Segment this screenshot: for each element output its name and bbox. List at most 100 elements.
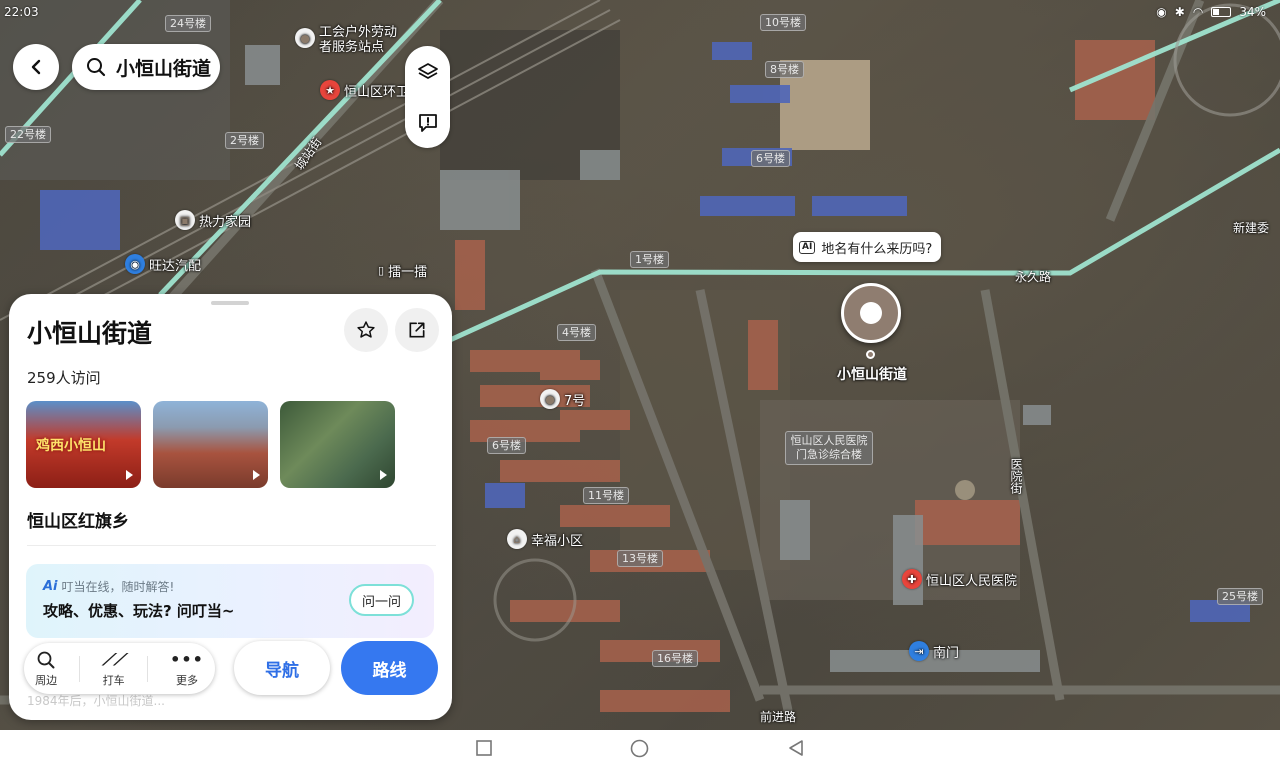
divider [27,545,436,546]
layers-button[interactable] [413,57,443,87]
medical-cross-icon: ✚ [902,569,922,589]
building-tag: 11号楼 [583,487,629,504]
video-thumbnail[interactable] [280,401,395,488]
share-icon [409,322,425,338]
home-circle-icon[interactable] [630,739,649,758]
quick-actions: 周边 ⟋⟋ 打车 ••• 更多 [24,643,215,694]
place-title: 小恒山街道 [27,319,153,348]
favorite-button[interactable] [344,308,388,352]
ai-question-text: 地名有什么来历吗? [821,241,933,257]
play-icon [126,470,133,480]
poi-label: 幸福小区 [531,533,584,549]
building-tag: 13号楼 [617,550,663,567]
route-button[interactable]: 路线 [341,641,438,695]
separator [147,655,148,682]
poi-label: 恒山区人民医院 [926,573,1018,589]
search-input[interactable]: 小恒山街道 [72,44,220,90]
more-label: 更多 [176,673,199,687]
ai-hint: Ai 叮当在线，随时解答! [43,578,174,595]
area-label: 新建委 [1233,221,1270,235]
report-issue-button[interactable] [413,108,443,138]
building-tag: 1号楼 [630,251,669,268]
taxi-button[interactable]: ⟋⟋ 打车 [102,650,124,688]
ai-badge-icon: AI [799,240,816,254]
layers-icon [417,62,438,79]
ai-prompt-text: 攻略、优惠、玩法? 问叮当~ [43,602,235,620]
search-query: 小恒山街道 [116,57,212,80]
poi-qiyi[interactable]: ▯ 擂一擂 [378,261,427,280]
chevron-left-icon [31,59,41,75]
nearby-button[interactable]: 周边 [35,650,57,688]
map-tools [405,46,450,148]
building-tag: 16号楼 [652,650,698,667]
building-tag: 6号楼 [487,437,526,454]
poi-label: 擂一擂 [388,265,428,280]
eye-icon: ◉ [1156,5,1167,19]
road-label: 永久路 [1015,270,1052,284]
poi-heating[interactable]: ▣ 热力家园 [175,210,251,230]
wifi-icon: ◠ [1192,5,1204,19]
ai-hint-text: 叮当在线，随时解答! [61,580,175,594]
selected-location-label: 小恒山街道 [837,367,907,383]
poi-wangda[interactable]: ◉ 旺达汽配 [125,254,201,274]
building-tag: 10号楼 [760,14,806,31]
more-dots-icon: ••• [170,649,204,669]
road-label: 医院街 [1009,458,1023,494]
ai-assistant-card[interactable]: Ai 叮当在线，随时解答! 攻略、优惠、玩法? 问叮当~ 问一问 [26,564,434,638]
star-outline-icon [357,321,375,338]
poi-union-station[interactable]: ● 工会户外劳动者服务站点 [295,25,409,55]
building-tag: 4号楼 [557,324,596,341]
poi-label: 工会户外劳动者服务站点 [319,25,398,55]
system-nav-bar [0,730,1280,768]
building-tag: 22号楼 [5,126,51,143]
video-thumbnail[interactable]: 鸡西小恒山 [26,401,141,488]
building-tag-hospital: 恒山区人民医院门急诊综合楼 [785,431,873,465]
navigate-button[interactable]: 导航 [234,641,330,695]
poi-xingfu[interactable]: ⌂ 幸福小区 [507,529,583,549]
poi-south-gate[interactable]: ⇥ 南门 [909,641,959,661]
building-tag: 2号楼 [225,132,264,149]
thumbnail-caption: 鸡西小恒山 [36,438,106,454]
play-icon [253,470,260,480]
more-button[interactable]: ••• 更多 [170,650,204,688]
battery-icon [1211,7,1232,17]
building-tag: 8号楼 [765,61,804,78]
car-icon: ◉ [125,254,145,274]
ask-button[interactable]: 问一问 [349,584,414,616]
feedback-icon [418,113,437,132]
separator [79,655,81,682]
bluetooth-icon: ✱ [1174,5,1185,19]
gate-icon: ⇥ [909,641,929,661]
status-icons: ◉ ✱ ◠ 34% [1156,5,1266,19]
selected-location-pin-icon[interactable] [841,283,901,343]
search-icon [37,651,55,668]
search-icon [87,58,106,77]
building-icon: ▣ [175,210,195,230]
drag-handle[interactable] [211,301,249,305]
status-time: 22:03 [4,5,39,19]
pin-circle-icon: ● [295,28,315,48]
poi-label: 热力家园 [199,214,252,230]
road-label: 前进路 [760,710,797,724]
poi-label: 南门 [933,645,960,661]
action-bar: 周边 ⟋⟋ 打车 ••• 更多 导航 路线 [15,641,440,697]
taxi-icon: ⟋⟋ [102,649,125,669]
share-button[interactable] [395,308,439,352]
poi-label: 旺达汽配 [149,258,202,274]
ai-logo-icon: Ai [43,579,58,594]
star-icon: ★ [320,80,340,100]
back-triangle-icon[interactable] [787,739,805,757]
ai-question-bubble[interactable]: AI 地名有什么来历吗? [793,232,942,262]
back-button[interactable] [13,44,59,90]
taxi-label: 打车 [102,673,125,687]
battery-level: 34% [1239,5,1266,19]
recents-square-icon[interactable] [475,739,493,757]
visit-count: 259人访问 [27,369,101,387]
poi-hospital[interactable]: ✚ 恒山区人民医院 [902,569,1017,589]
poi-no7[interactable]: ● 7号 [540,389,585,409]
video-thumbnail[interactable] [153,401,268,488]
house-icon: ⌂ [507,529,527,549]
poi-label: 7号 [564,393,586,409]
building-tag: 6号楼 [751,150,790,167]
play-icon [380,470,387,480]
